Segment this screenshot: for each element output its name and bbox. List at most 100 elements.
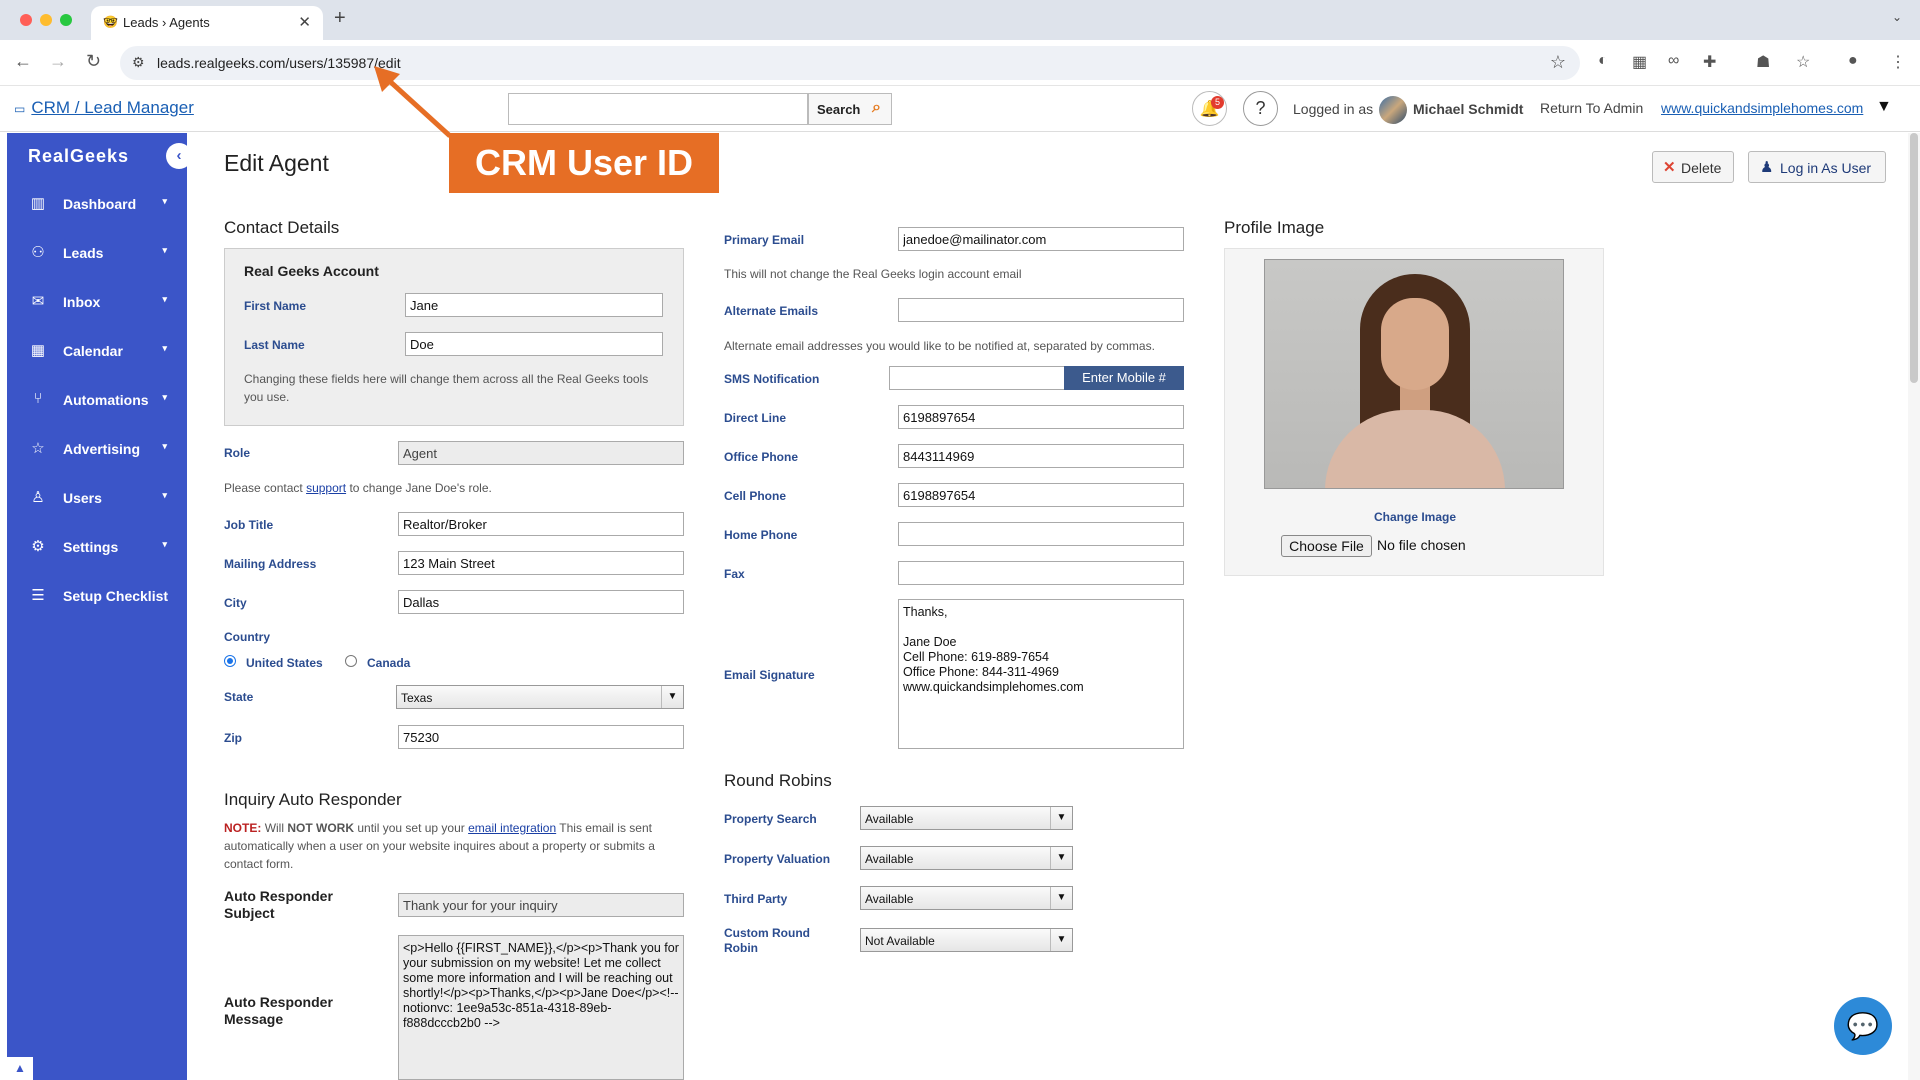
auto-responder-message-textarea[interactable]: <p>Hello {{FIRST_NAME}},</p><p>Thank you… (398, 935, 684, 1080)
sms-notification-label: SMS Notification (724, 372, 820, 386)
primary-email-input[interactable] (898, 227, 1184, 251)
custom-round-robin-select[interactable]: Not Available ▼ (860, 928, 1073, 952)
close-tab-icon[interactable]: ✕ (298, 13, 311, 31)
sidebar-item-automations[interactable]: ⑂ Automations ▾ (7, 380, 187, 420)
sidebar-item-advertising[interactable]: ☆ Advertising ▾ (7, 429, 187, 469)
close-window-button[interactable] (20, 14, 32, 26)
incognito-icon[interactable]: ☗ (1756, 52, 1770, 72)
browser-toolbar: ← → ↻ ⚙ leads.realgeeks.com/users/135987… (0, 40, 1920, 86)
crm-link-label: CRM / Lead Manager (31, 98, 194, 117)
country-us-radio[interactable] (224, 655, 236, 667)
sidebar-item-users[interactable]: ♙ Users ▾ (7, 478, 187, 518)
tab-search-chevron-icon[interactable]: ⌄ (1892, 10, 1902, 24)
log-in-as-user-label: Log in As User (1780, 160, 1872, 176)
calendar-extension-icon[interactable]: ▦ (1632, 52, 1647, 72)
sidebar-item-calendar[interactable]: ▦ Calendar ▾ (7, 331, 187, 371)
note-text: Will (264, 821, 285, 835)
crm-home-link[interactable]: ▭ CRM / Lead Manager (14, 98, 194, 118)
search-input[interactable] (508, 93, 808, 125)
profile-avatar-icon[interactable]: ● (1848, 52, 1858, 70)
property-search-select[interactable]: Available ▼ (860, 806, 1073, 830)
dropdown-arrow-icon: ▼ (661, 686, 683, 708)
sidebar-item-inbox[interactable]: ✉ Inbox ▾ (7, 282, 187, 322)
website-link[interactable]: www.quickandsimplehomes.com (1661, 100, 1863, 116)
last-name-input[interactable] (405, 332, 663, 356)
new-tab-button[interactable]: + (334, 7, 346, 30)
first-name-label: First Name (244, 299, 307, 313)
auto-responder-note: NOTE: Will NOT WORK until you set up you… (224, 819, 684, 873)
favorites-icon[interactable]: ☆ (1796, 52, 1810, 72)
property-search-label: Property Search (724, 812, 817, 826)
log-in-as-user-button[interactable]: ♟ Log in As User (1748, 151, 1886, 183)
sidebar-item-setup-checklist[interactable]: ☰ Setup Checklist (7, 576, 187, 616)
back-arrow-icon[interactable]: ← (14, 51, 32, 72)
menu-dots-icon[interactable]: ⋮ (1890, 52, 1906, 72)
city-input[interactable] (398, 590, 684, 614)
job-title-label: Job Title (224, 518, 274, 532)
third-party-select[interactable]: Available ▼ (860, 886, 1073, 910)
address-bar[interactable]: ⚙ leads.realgeeks.com/users/135987/edit … (120, 46, 1580, 80)
search-button[interactable]: Search ⌕ (808, 93, 892, 125)
chevron-down-icon: ▾ (162, 294, 167, 304)
collapse-sidebar-icon[interactable]: ‹ (166, 143, 192, 169)
dropdown-arrow-icon: ▼ (1050, 887, 1072, 909)
notifications-button[interactable]: 🔔 5 (1192, 91, 1227, 126)
auto-responder-heading: Inquiry Auto Responder (224, 790, 402, 809)
direct-line-input[interactable] (898, 405, 1184, 429)
bookmark-star-icon[interactable]: ☆ (1550, 52, 1566, 73)
sidebar-item-label: Dashboard (63, 196, 137, 212)
auto-responder-subject-input[interactable] (398, 893, 684, 917)
profile-photo (1264, 259, 1564, 489)
logged-in-label: Logged in as (1293, 101, 1374, 117)
minimize-window-button[interactable] (40, 14, 52, 26)
enter-mobile-button[interactable]: Enter Mobile # (1064, 366, 1184, 390)
email-signature-textarea[interactable]: Thanks, Jane Doe Cell Phone: 619-889-765… (898, 599, 1184, 749)
office-phone-label: Office Phone (724, 450, 799, 464)
extension-icon[interactable]: ◐ (1598, 52, 1608, 70)
email-integration-link[interactable]: email integration (468, 821, 556, 835)
calendar-icon: ▦ (30, 342, 46, 359)
sms-mobile-input[interactable] (889, 366, 1065, 390)
property-valuation-select[interactable]: Available ▼ (860, 846, 1073, 870)
sidebar-item-label: Leads (63, 245, 104, 261)
favicon-icon: 🤓 (103, 15, 118, 29)
user-icon: ♟ (1760, 159, 1774, 176)
search-button-label: Search (817, 102, 861, 117)
browser-tab[interactable]: 🤓 Leads › Agents ✕ (91, 6, 323, 40)
country-canada-radio[interactable] (345, 655, 357, 667)
sidebar-item-label: Users (63, 490, 102, 506)
job-title-input[interactable] (398, 512, 684, 536)
fax-input[interactable] (898, 561, 1184, 585)
return-to-admin-link[interactable]: Return To Admin (1540, 100, 1643, 116)
link-extension-icon[interactable]: ∞ (1668, 52, 1679, 70)
state-select[interactable]: Texas ▼ (396, 685, 684, 709)
site-settings-icon[interactable]: ⚙ (132, 54, 145, 71)
forward-arrow-icon[interactable]: → (49, 51, 67, 72)
sidebar-item-dashboard[interactable]: ▥ Dashboard ▾ (7, 184, 187, 224)
scrollbar-thumb[interactable] (1910, 133, 1918, 383)
cell-phone-input[interactable] (898, 483, 1184, 507)
scroll-up-icon[interactable]: ▲ (7, 1057, 33, 1080)
office-phone-input[interactable] (898, 444, 1184, 468)
page-scrollbar[interactable] (1908, 133, 1920, 1080)
zip-input[interactable] (398, 725, 684, 749)
help-icon[interactable]: ? (1243, 91, 1278, 126)
caret-down-icon[interactable]: ▼ (1876, 98, 1892, 116)
real-geeks-account-panel: Real Geeks Account First Name Last Name … (224, 248, 684, 426)
choose-file-button[interactable]: Choose File (1281, 535, 1372, 557)
delete-button[interactable]: ✕ Delete (1652, 151, 1734, 183)
maximize-window-button[interactable] (60, 14, 72, 26)
puzzle-icon[interactable]: ✚ (1703, 52, 1716, 72)
sidebar-item-leads[interactable]: ⚇ Leads ▾ (7, 233, 187, 273)
home-phone-input[interactable] (898, 522, 1184, 546)
mailing-address-input[interactable] (398, 551, 684, 575)
chat-icon[interactable]: 💬 (1834, 997, 1892, 1055)
sidebar-item-settings[interactable]: ⚙ Settings ▾ (7, 527, 187, 567)
automation-icon: ⑂ (33, 390, 43, 407)
cell-phone-label: Cell Phone (724, 489, 787, 503)
first-name-input[interactable] (405, 293, 663, 317)
alternate-emails-input[interactable] (898, 298, 1184, 322)
reload-icon[interactable]: ↻ (86, 51, 101, 72)
support-link[interactable]: support (306, 481, 346, 495)
sidebar: RealGeeks ‹ ▥ Dashboard ▾ ⚇ Leads ▾ ✉ Inbox ▾ … (7, 133, 192, 1080)
